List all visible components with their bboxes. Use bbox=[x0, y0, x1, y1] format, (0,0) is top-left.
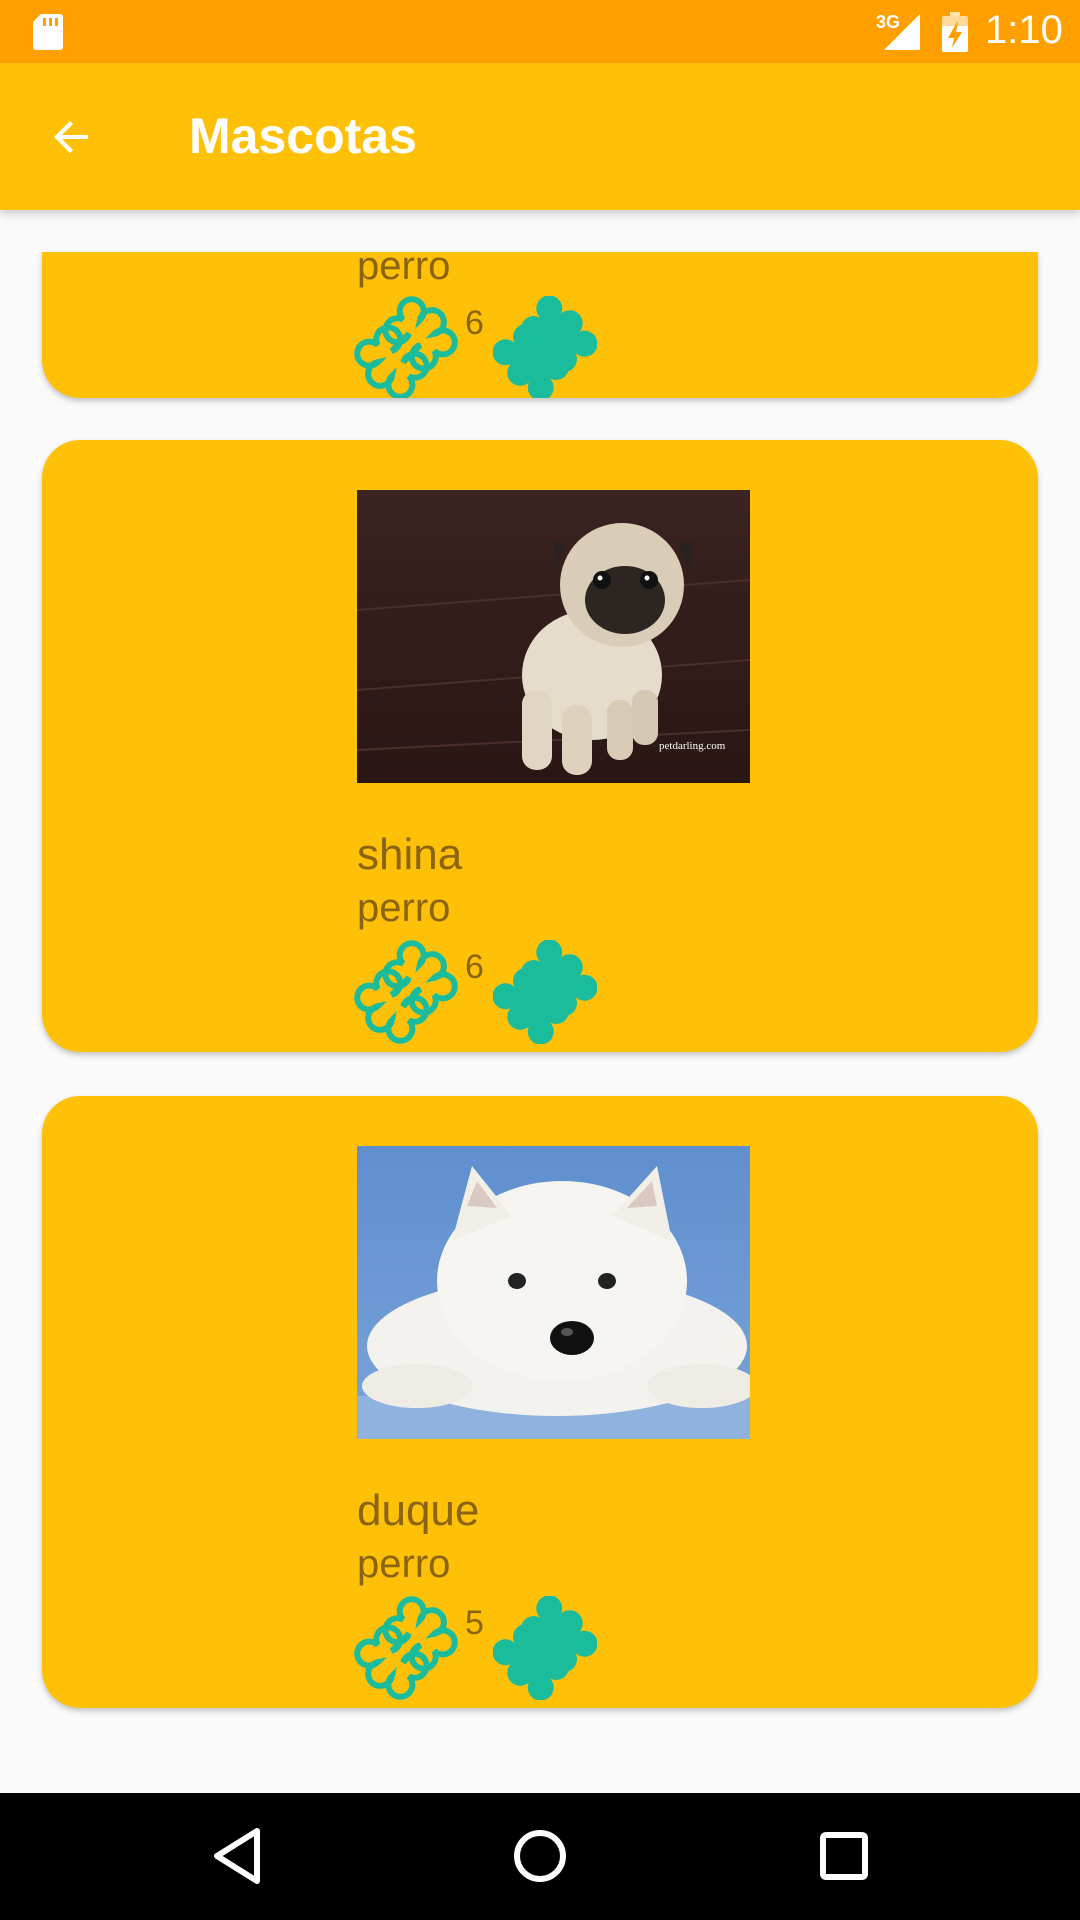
likes-count: 6 bbox=[465, 304, 484, 342]
bone-filled-icon[interactable] bbox=[493, 1596, 597, 1700]
back-button[interactable] bbox=[36, 101, 108, 173]
back-triangle-icon[interactable] bbox=[203, 1821, 273, 1891]
bone-filled-icon[interactable] bbox=[493, 296, 597, 398]
bone-outline-icon[interactable] bbox=[354, 940, 458, 1044]
clock: 1:10 bbox=[985, 8, 1063, 52]
pet-name: shina bbox=[357, 830, 463, 879]
home-circle-icon[interactable] bbox=[505, 1821, 575, 1891]
photo-watermark: petdarling.com bbox=[659, 740, 726, 752]
likes-count: 6 bbox=[465, 948, 484, 986]
pet-type: perro bbox=[357, 252, 451, 288]
pet-type: perro bbox=[357, 1542, 451, 1586]
pet-photo: petdarling.com bbox=[357, 490, 750, 783]
pet-name: duque bbox=[357, 1486, 480, 1535]
sd-card-icon bbox=[33, 14, 63, 50]
signal-icon bbox=[884, 14, 920, 50]
app-bar: Mascotas bbox=[0, 63, 1080, 210]
navigation-bar bbox=[0, 1793, 1080, 1920]
pet-type: perro bbox=[357, 886, 451, 930]
bone-outline-icon[interactable] bbox=[354, 1596, 458, 1700]
bone-outline-icon[interactable] bbox=[354, 296, 458, 398]
pet-card: duque perro 5 bbox=[42, 1096, 1038, 1708]
status-bar: 3G 1:10 bbox=[0, 0, 1080, 63]
pet-card: petdarling.com shina perro 6 bbox=[42, 440, 1038, 1052]
bone-filled-icon[interactable] bbox=[493, 940, 597, 1044]
battery-charging-icon bbox=[942, 12, 968, 52]
recents-square-icon[interactable] bbox=[809, 1821, 879, 1891]
arrow-back-icon bbox=[54, 121, 88, 153]
pet-card: perro 6 bbox=[42, 252, 1038, 398]
likes-count: 5 bbox=[465, 1604, 484, 1642]
pet-photo bbox=[357, 1146, 750, 1439]
pet-list[interactable]: perro 6 petdarling.com shina perro 6 duq… bbox=[0, 210, 1080, 1793]
page-title: Mascotas bbox=[189, 108, 417, 164]
